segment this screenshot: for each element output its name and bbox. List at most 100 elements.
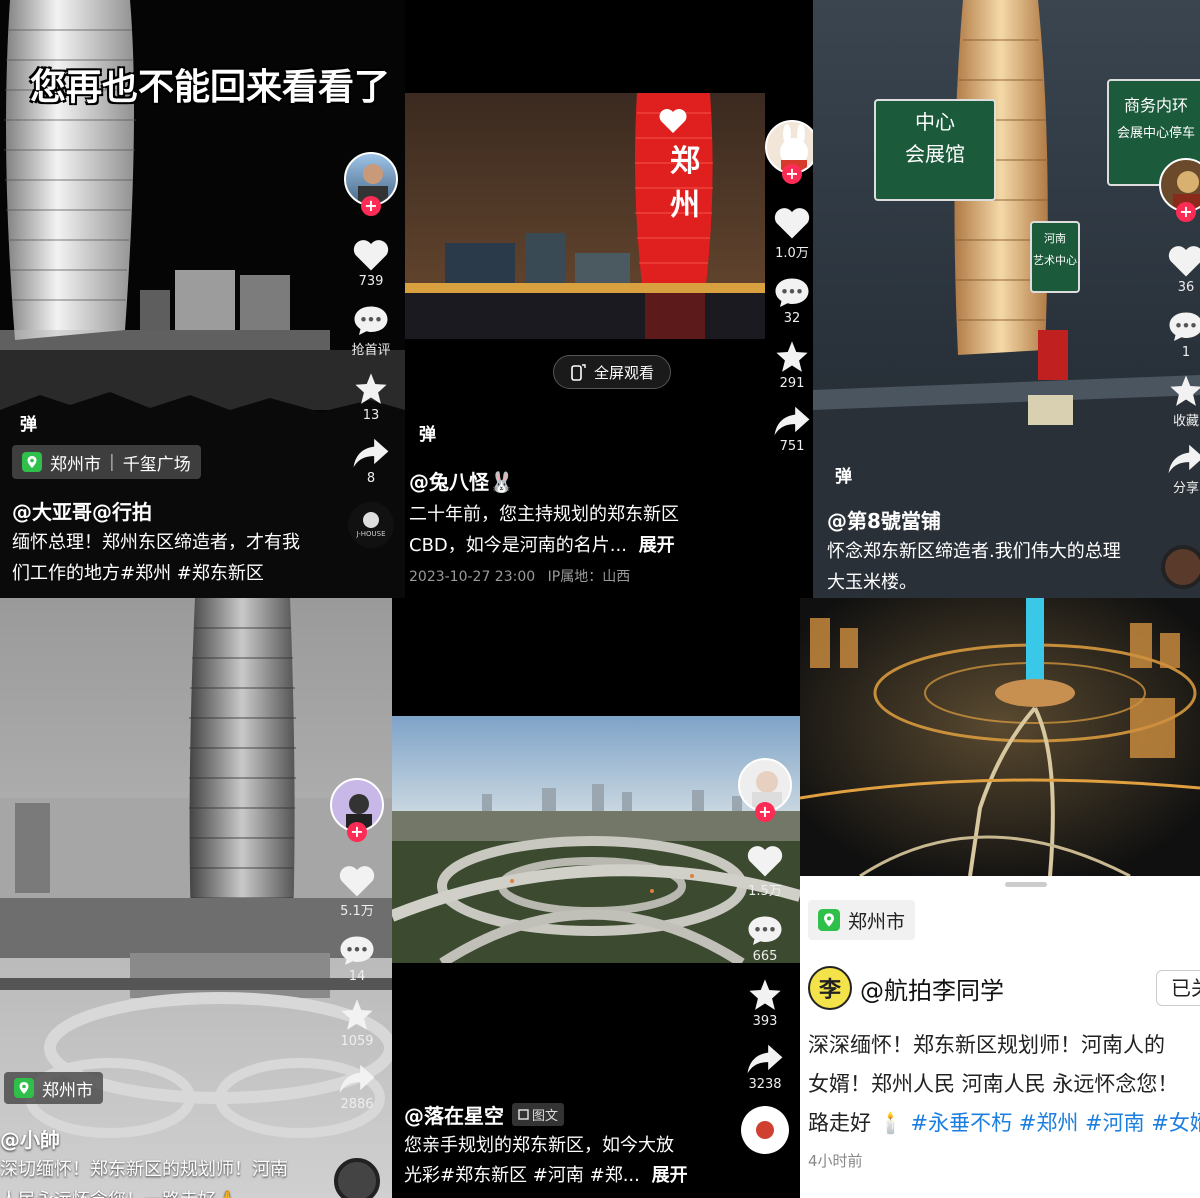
favorite-button[interactable]: 1059 [339,998,375,1049]
creator-avatar[interactable]: + [1159,158,1200,222]
sign-2-line2: 会展中心停车 [1116,126,1195,141]
creator-handle[interactable]: @落在星空 [404,1100,504,1129]
sheet-drag-handle[interactable] [1005,882,1047,887]
share-button[interactable]: 751 [773,405,811,454]
creator-handle[interactable]: @航拍李同学 [860,971,1004,1006]
location-chip[interactable]: 郑州市 [4,1072,103,1104]
favorite-count: 291 [779,376,805,391]
post-text-line3: 路走好 🕯️ #永垂不朽 #郑州 #河南 #女婿 [808,1104,1200,1143]
video-card-1[interactable]: 您再也不能回来看看了 + 739 抢首评 13 8 J-HOUSE 弹 郑州市 [0,0,405,598]
location-pin-icon [14,1078,34,1098]
favorite-button[interactable]: 291 [774,340,810,391]
action-column: + 739 抢首评 13 8 J-HOUSE [344,152,398,548]
star-icon [355,373,387,404]
tower-led-text: 郑州 [670,144,700,223]
fullscreen-button[interactable]: 全屏观看 [553,355,672,389]
heart-icon [747,846,783,877]
like-button[interactable]: 1.5万 [746,844,784,899]
share-arrow-icon [774,406,810,436]
comment-count: 14 [348,969,366,984]
creator-handle[interactable]: @第8號當铺 [827,505,941,534]
sign-3-line2: 艺术中心 [1033,254,1077,267]
creator-handle[interactable]: @小帥 [0,1124,60,1153]
favorite-label: 收藏 [1172,414,1199,429]
like-button[interactable]: 1.0万 [773,206,811,261]
like-count: 36 [1177,280,1195,295]
share-button[interactable]: 2886 [338,1063,376,1112]
share-button[interactable]: 8 [352,437,390,486]
comment-icon [775,278,809,307]
post-text-line2: 女婿！郑州人民 河南人民 永远怀念您！ [808,1072,1179,1096]
share-count: 2886 [340,1097,374,1112]
hashtags[interactable]: #永垂不朽 #郑州 #河南 #女婿 [911,1111,1200,1135]
creator-avatar[interactable]: + [738,758,792,822]
follow-plus-icon[interactable]: + [361,196,381,216]
expand-link[interactable]: 展开 [652,1165,688,1186]
music-disc[interactable] [1161,545,1200,589]
comment-button[interactable]: 抢首评 [351,303,391,358]
fullscreen-icon [571,364,586,381]
follow-plus-icon[interactable]: + [755,802,775,822]
image-icon [518,1109,529,1120]
favorite-button[interactable]: 13 [353,372,389,423]
danmu-toggle[interactable]: 弹 [20,410,37,435]
location-city: 郑州市 [42,1080,93,1101]
creator-avatar[interactable]: + [344,152,398,216]
danmu-toggle[interactable]: 弹 [419,420,436,445]
share-arrow-icon [1168,444,1200,474]
like-button[interactable]: 36 [1167,244,1200,295]
location-chip[interactable]: 郑州市 [808,900,916,940]
share-button[interactable]: 3238 [746,1043,784,1092]
creator-avatar[interactable]: 李 [808,966,852,1010]
location-city: 郑州市 [848,910,906,933]
music-disc[interactable] [741,1106,789,1154]
fullscreen-label: 全屏观看 [594,363,655,382]
video-card-3[interactable]: 中心 会展馆 商务内环 会展中心停车 河南 艺术中心 + 36 1 收藏 分享 [813,0,1200,598]
video-description-line2: 光彩#郑东新区 #河南 #郑... 展开 [404,1160,688,1191]
heart-icon [353,240,389,271]
creator-avatar[interactable]: + [765,120,813,184]
sign-2: 商务内环 会展中心停车 [1111,92,1200,148]
creator-avatar[interactable]: + [330,778,384,842]
video-thumbnail-night-aerial-city [800,598,1200,876]
heart-icon [339,866,375,897]
favorite-button[interactable]: 收藏 [1168,374,1200,429]
video-card-6[interactable]: 郑州市 李 @航拍李同学 已关 深深缅怀！郑东新区规划师！河南人的 女婿！郑州人… [800,598,1200,1198]
star-icon [749,979,781,1010]
video-description-line1: 二十年前，您主持规划的郑东新区 [409,504,679,525]
creator-handle[interactable]: @大亚哥@行拍 [12,496,152,525]
follow-button[interactable]: 已关 [1156,970,1200,1006]
share-button[interactable]: 分享 [1167,443,1200,496]
follow-plus-icon[interactable]: + [782,164,802,184]
comment-button[interactable]: 665 [747,913,783,964]
like-button[interactable]: 5.1万 [338,864,376,919]
like-button[interactable]: 739 [352,238,390,289]
follow-plus-icon[interactable]: + [347,822,367,842]
post-text-plain: 路走好 🕯️ [808,1111,904,1135]
post-time: 2023-10-27 23:00 [409,569,536,585]
music-disc[interactable]: J-HOUSE [348,502,394,548]
video-card-4[interactable]: + 5.1万 14 1059 2886 郑州市 @小帥 深切缅怀！郑东新区的规划… [0,598,392,1198]
like-count: 1.0万 [775,246,809,261]
music-disc[interactable] [334,1158,380,1198]
location-chip[interactable]: 郑州市 | 千玺广场 [12,445,201,479]
comment-icon [354,306,388,335]
video-card-5[interactable]: + 1.5万 665 393 3238 @落在星空 图文 您亲手规划的郑东新区，… [392,598,800,1198]
share-arrow-icon [339,1064,375,1094]
follow-plus-icon[interactable]: + [1176,202,1196,222]
creator-handle[interactable]: @兔八怪🐰 [409,466,514,495]
favorite-button[interactable]: 393 [747,978,783,1029]
favorite-count: 1059 [340,1034,374,1049]
comment-button[interactable]: 1 [1168,309,1200,360]
location-pin-icon [818,909,840,931]
heart-icon [774,208,810,239]
comment-button[interactable]: 32 [774,275,810,326]
music-disc-icon [363,512,379,528]
sign-2-line1: 商务内环 [1123,96,1188,115]
post-text-line1: 深深缅怀！郑东新区规划师！河南人的 [808,1033,1165,1057]
comment-count: 665 [752,949,778,964]
video-card-2[interactable]: 郑州 + 1.0万 32 291 751 全屏观看 弹 @兔八怪🐰 二十年前，您… [405,0,813,598]
expand-link[interactable]: 展开 [639,535,675,556]
comment-button[interactable]: 14 [339,933,375,984]
danmu-toggle[interactable]: 弹 [835,462,852,487]
